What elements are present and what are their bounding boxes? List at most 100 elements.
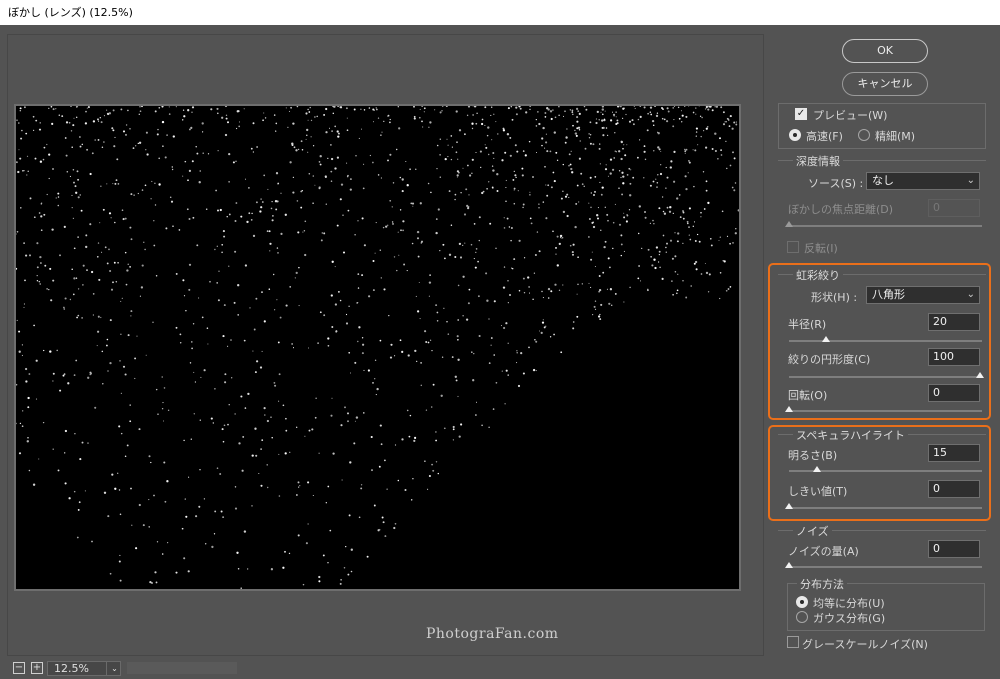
star-dot <box>51 228 54 231</box>
star-dot <box>175 272 178 275</box>
star-dot <box>387 115 389 117</box>
star-dot <box>260 206 263 209</box>
star-dot <box>81 143 84 146</box>
star-dot <box>228 152 231 156</box>
focal-distance-slider-thumb[interactable] <box>785 221 793 227</box>
star-dot <box>274 309 276 311</box>
distribution-gaussian-radio[interactable] <box>796 611 808 623</box>
star-dot <box>543 326 546 329</box>
star-dot <box>472 106 474 107</box>
star-dot <box>224 106 228 108</box>
star-dot <box>649 222 652 225</box>
star-dot <box>559 234 563 238</box>
star-dot <box>57 196 60 198</box>
zoom-scrollbar[interactable] <box>127 662 237 674</box>
star-dot <box>545 133 547 135</box>
star-dot <box>357 220 359 222</box>
star-dot <box>439 111 442 114</box>
star-dot <box>429 339 432 341</box>
star-dot <box>231 377 233 379</box>
star-field-image <box>16 106 739 589</box>
star-dot <box>38 458 40 460</box>
star-dot <box>291 142 294 145</box>
preview-checkbox[interactable]: ✓ <box>795 108 807 120</box>
star-dot <box>675 292 678 295</box>
ok-button[interactable]: OK <box>842 39 928 63</box>
star-dot <box>36 266 39 269</box>
star-dot <box>270 207 273 210</box>
focal-distance-input[interactable]: 0 <box>928 199 980 217</box>
star-dot <box>221 428 224 431</box>
noise-amount-input[interactable]: 0 <box>928 540 980 558</box>
star-dot <box>114 221 116 224</box>
star-dot <box>134 357 137 360</box>
star-dot <box>546 194 549 197</box>
star-dot <box>725 140 727 143</box>
star-dot <box>566 193 569 196</box>
star-dot <box>598 147 601 150</box>
star-dot <box>76 536 79 539</box>
star-dot <box>468 194 470 196</box>
star-dot <box>669 239 673 242</box>
star-dot <box>528 286 530 288</box>
grayscale-noise-checkbox[interactable] <box>787 636 799 648</box>
zoom-in-icon[interactable]: + <box>31 662 43 674</box>
star-dot <box>555 246 557 249</box>
distribution-uniform-radio[interactable] <box>796 596 808 608</box>
star-dot <box>121 297 123 299</box>
star-dot <box>79 145 82 148</box>
star-dot <box>509 136 512 139</box>
noise-slider-track[interactable] <box>789 566 982 568</box>
star-dot <box>597 207 599 209</box>
star-dot <box>312 145 315 147</box>
star-dot <box>672 293 674 296</box>
star-dot <box>503 326 506 330</box>
star-dot <box>102 383 104 385</box>
star-dot <box>678 117 681 120</box>
zoom-level-select[interactable]: 12.5% ⌄ <box>47 661 121 676</box>
cancel-button[interactable]: キャンセル <box>842 72 928 96</box>
zoom-out-icon[interactable]: − <box>13 662 25 674</box>
quality-fast-radio[interactable] <box>789 129 801 141</box>
star-dot <box>360 487 363 490</box>
star-dot <box>338 291 340 293</box>
star-dot <box>695 107 697 109</box>
star-dot <box>715 106 719 108</box>
star-dot <box>109 319 112 322</box>
star-dot <box>260 198 262 200</box>
star-dot <box>382 521 385 524</box>
star-dot <box>55 108 57 110</box>
noise-slider-thumb[interactable] <box>785 562 793 568</box>
star-dot <box>183 115 186 118</box>
star-dot <box>547 297 550 299</box>
star-dot <box>87 442 89 444</box>
star-dot <box>516 150 519 153</box>
star-dot <box>114 182 117 185</box>
focal-distance-slider-track[interactable] <box>789 225 982 227</box>
star-dot <box>436 311 439 314</box>
preview-image[interactable] <box>16 106 739 589</box>
star-dot <box>366 555 369 558</box>
star-dot <box>682 242 684 244</box>
star-dot <box>450 135 453 137</box>
star-dot <box>28 469 31 472</box>
invert-checkbox[interactable] <box>787 241 799 253</box>
star-dot <box>209 280 211 283</box>
star-dot <box>486 134 489 137</box>
star-dot <box>560 351 563 354</box>
star-dot <box>371 469 373 472</box>
star-dot <box>700 211 702 214</box>
star-dot <box>581 183 584 186</box>
star-dot <box>255 297 258 300</box>
star-dot <box>125 124 128 126</box>
star-dot <box>350 570 353 573</box>
source-select[interactable]: なし ⌄ <box>866 172 980 190</box>
star-dot <box>167 542 169 544</box>
star-dot <box>137 192 139 195</box>
quality-fine-radio[interactable] <box>858 129 870 141</box>
star-dot <box>649 106 653 109</box>
star-dot <box>330 157 334 161</box>
star-dot <box>673 119 675 121</box>
star-dot <box>132 147 135 149</box>
star-dot <box>572 124 574 127</box>
